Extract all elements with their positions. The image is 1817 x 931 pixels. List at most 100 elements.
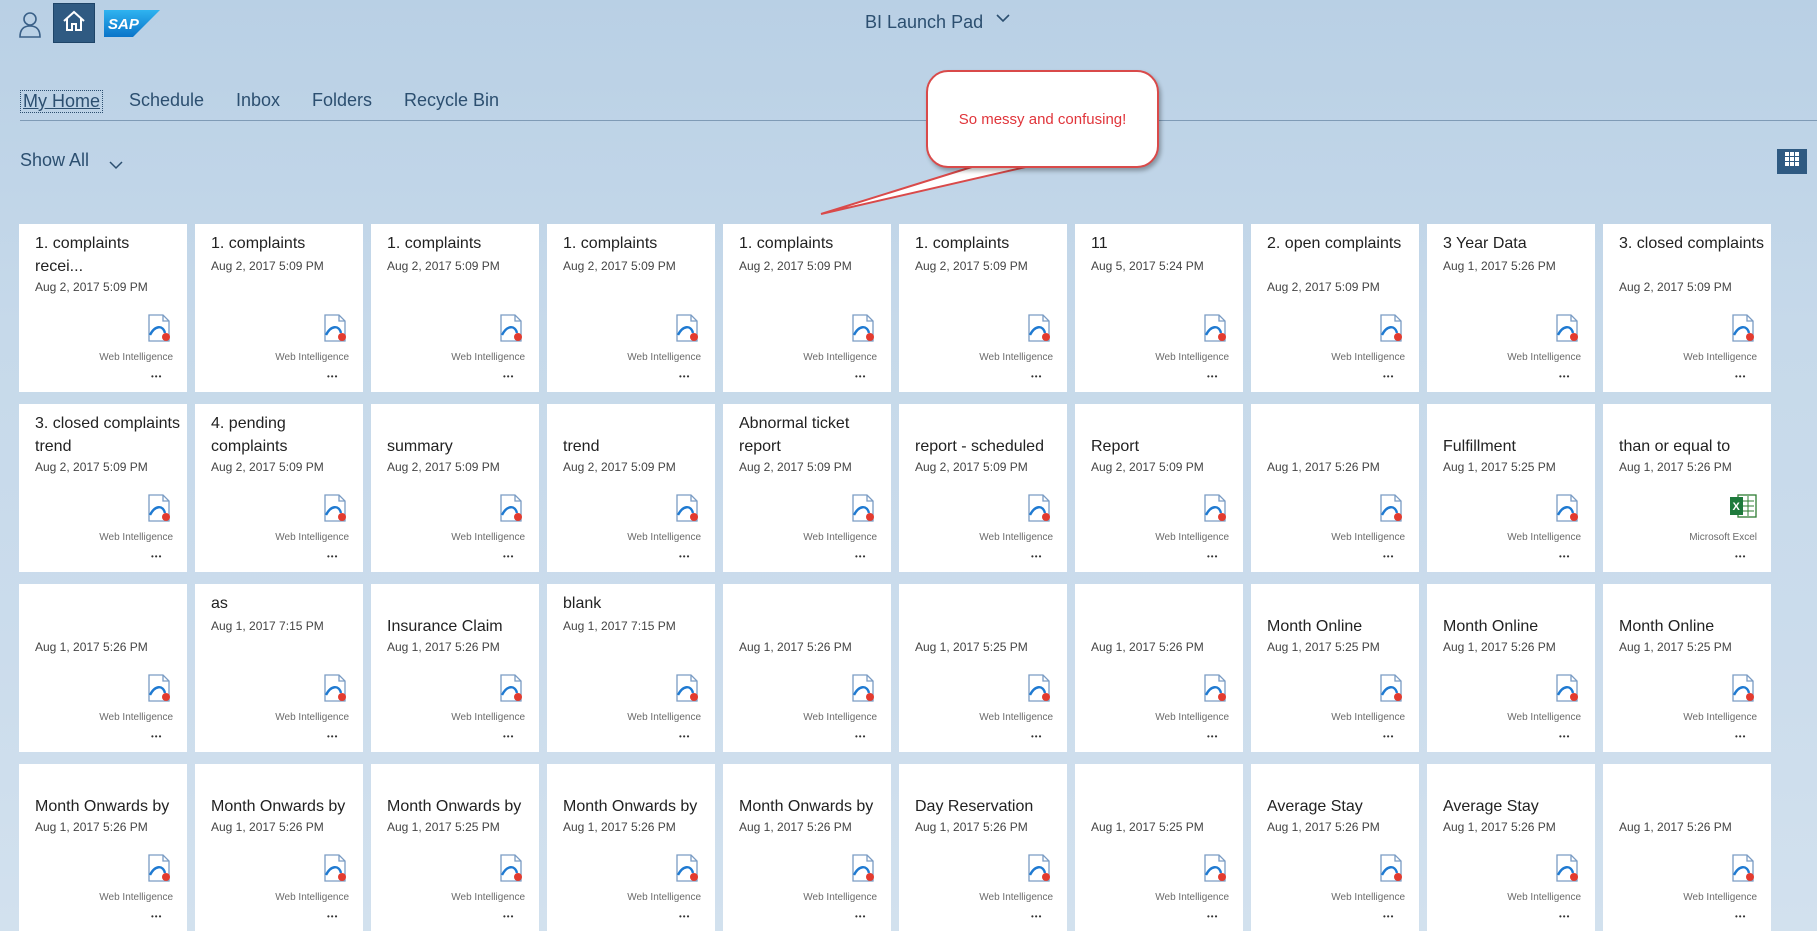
more-options-icon[interactable]: ••• <box>503 552 514 561</box>
more-options-icon[interactable]: ••• <box>151 552 162 561</box>
more-options-icon[interactable]: ••• <box>1559 552 1570 561</box>
document-tile[interactable]: Month Onwards by Aug 1, 2017 5:25 PM Web I… <box>371 764 539 931</box>
document-tile[interactable]: 3 Year Data Aug 1, 2017 5:26 PM Web Intell… <box>1427 224 1595 392</box>
document-tile[interactable]: 1. complaints Aug 2, 2017 5:09 PM Web Inte… <box>547 224 715 392</box>
tile-type-label: Web Intelligence <box>979 712 1053 723</box>
more-options-icon[interactable]: ••• <box>1031 912 1042 921</box>
more-options-icon[interactable]: ••• <box>1207 732 1218 741</box>
more-options-icon[interactable]: ••• <box>1735 912 1746 921</box>
document-tile[interactable]: Average Stay Aug 1, 2017 5:26 PM Web Intel… <box>1427 764 1595 931</box>
more-options-icon[interactable]: ••• <box>1559 732 1570 741</box>
more-options-icon[interactable]: ••• <box>1383 732 1394 741</box>
document-tile[interactable]: Average Stay Aug 1, 2017 5:26 PM Web Intel… <box>1251 764 1419 931</box>
tile-date: Aug 2, 2017 5:09 PM <box>211 460 324 474</box>
more-options-icon[interactable]: ••• <box>1383 912 1394 921</box>
document-tile[interactable]: Aug 1, 2017 5:26 PM Web Intelligence ••• <box>19 584 187 752</box>
more-options-icon[interactable]: ••• <box>1031 732 1042 741</box>
document-tile[interactable]: 1. complaints Aug 2, 2017 5:09 PM Web Inte… <box>723 224 891 392</box>
tab-inbox[interactable]: Inbox <box>236 90 280 111</box>
document-tile[interactable]: 1. complaints recei... Aug 2, 2017 5:09 P… <box>19 224 187 392</box>
more-options-icon[interactable]: ••• <box>503 912 514 921</box>
document-tile[interactable]: 3. closed complaints trend Aug 2, 2017 5:… <box>19 404 187 572</box>
document-tile[interactable]: Fulfillment Aug 1, 2017 5:25 PM Web Intell… <box>1427 404 1595 572</box>
document-tile[interactable]: 4. pending complaints Aug 2, 2017 5:09 PM… <box>195 404 363 572</box>
document-tile[interactable]: 1. complaints Aug 2, 2017 5:09 PM Web Inte… <box>195 224 363 392</box>
document-tile[interactable]: Aug 1, 2017 5:25 PM Web Intelligence ••• <box>1075 764 1243 931</box>
document-tile[interactable]: Month Onwards by Aug 1, 2017 5:26 PM Web I… <box>547 764 715 931</box>
document-tile[interactable]: blank Aug 1, 2017 7:15 PM Web Intelligence… <box>547 584 715 752</box>
more-options-icon[interactable]: ••• <box>1559 912 1570 921</box>
more-options-icon[interactable]: ••• <box>151 912 162 921</box>
web-intelligence-icon <box>145 853 173 883</box>
chevron-down-icon[interactable] <box>995 11 1011 23</box>
more-options-icon[interactable]: ••• <box>855 372 866 381</box>
more-options-icon[interactable]: ••• <box>503 372 514 381</box>
more-options-icon[interactable]: ••• <box>327 552 338 561</box>
more-options-icon[interactable]: ••• <box>1735 732 1746 741</box>
home-icon <box>62 10 86 37</box>
grid-view-button[interactable] <box>1777 149 1807 174</box>
more-options-icon[interactable]: ••• <box>1735 552 1746 561</box>
more-options-icon[interactable]: ••• <box>327 912 338 921</box>
document-tile[interactable]: Abnormal ticket report Aug 2, 2017 5:09 P… <box>723 404 891 572</box>
document-tile[interactable]: Month Online Aug 1, 2017 5:25 PM Web Intel… <box>1251 584 1419 752</box>
tab-recycle-bin[interactable]: Recycle Bin <box>404 90 499 111</box>
app-title[interactable]: BI Launch Pad <box>865 12 983 33</box>
document-tile[interactable]: Aug 1, 2017 5:26 PM Web Intelligence ••• <box>1603 764 1771 931</box>
document-tile[interactable]: Aug 1, 2017 5:26 PM Web Intelligence ••• <box>1251 404 1419 572</box>
document-tile[interactable]: report - scheduled Aug 2, 2017 5:09 PM Web… <box>899 404 1067 572</box>
more-options-icon[interactable]: ••• <box>1735 372 1746 381</box>
more-options-icon[interactable]: ••• <box>151 732 162 741</box>
document-tile[interactable]: Insurance Claim Aug 1, 2017 5:26 PM Web In… <box>371 584 539 752</box>
more-options-icon[interactable]: ••• <box>151 372 162 381</box>
document-tile[interactable]: 1. complaints Aug 2, 2017 5:09 PM Web Inte… <box>371 224 539 392</box>
document-tile[interactable]: 2. open complaints Aug 2, 2017 5:09 PM Web… <box>1251 224 1419 392</box>
more-options-icon[interactable]: ••• <box>327 732 338 741</box>
more-options-icon[interactable]: ••• <box>679 552 690 561</box>
document-tile[interactable]: Aug 1, 2017 5:25 PM Web Intelligence ••• <box>899 584 1067 752</box>
document-tile[interactable]: Month Online Aug 1, 2017 5:26 PM Web Intel… <box>1427 584 1595 752</box>
document-tile[interactable]: 11 Aug 5, 2017 5:24 PM Web Intelligence ••• <box>1075 224 1243 392</box>
document-tile[interactable]: Aug 1, 2017 5:26 PM Web Intelligence ••• <box>723 584 891 752</box>
tile-type-label: Web Intelligence <box>1331 712 1405 723</box>
more-options-icon[interactable]: ••• <box>679 732 690 741</box>
document-tile[interactable]: trend Aug 2, 2017 5:09 PM Web Intelligence… <box>547 404 715 572</box>
document-tile[interactable]: 3. closed complaints Aug 2, 2017 5:09 PM W… <box>1603 224 1771 392</box>
document-tile[interactable]: Month Onwards by Aug 1, 2017 5:26 PM Web I… <box>19 764 187 931</box>
more-options-icon[interactable]: ••• <box>1207 372 1218 381</box>
document-tile[interactable]: as Aug 1, 2017 7:15 PM Web Intelligence ••• <box>195 584 363 752</box>
more-options-icon[interactable]: ••• <box>679 372 690 381</box>
web-intelligence-icon <box>673 673 701 703</box>
user-icon[interactable] <box>18 10 42 38</box>
more-options-icon[interactable]: ••• <box>855 552 866 561</box>
more-options-icon[interactable]: ••• <box>1207 912 1218 921</box>
tile-title: summary <box>387 438 453 455</box>
more-options-icon[interactable]: ••• <box>503 732 514 741</box>
more-options-icon[interactable]: ••• <box>1031 552 1042 561</box>
more-options-icon[interactable]: ••• <box>1559 372 1570 381</box>
tab-schedule[interactable]: Schedule <box>129 90 204 111</box>
more-options-icon[interactable]: ••• <box>1207 552 1218 561</box>
more-options-icon[interactable]: ••• <box>855 912 866 921</box>
more-options-icon[interactable]: ••• <box>679 912 690 921</box>
show-all-filter[interactable]: Show All <box>20 150 89 171</box>
document-tile[interactable]: Aug 1, 2017 5:26 PM Web Intelligence ••• <box>1075 584 1243 752</box>
tab-folders[interactable]: Folders <box>312 90 372 111</box>
more-options-icon[interactable]: ••• <box>1031 372 1042 381</box>
home-button[interactable] <box>53 3 95 43</box>
tab-my-home[interactable]: My Home <box>20 90 104 113</box>
more-options-icon[interactable]: ••• <box>327 372 338 381</box>
document-tile[interactable]: 1. complaints Aug 2, 2017 5:09 PM Web Inte… <box>899 224 1067 392</box>
more-options-icon[interactable]: ••• <box>1383 372 1394 381</box>
document-tile[interactable]: than or equal to Aug 1, 2017 5:26 PM X Micr… <box>1603 404 1771 572</box>
document-tile[interactable]: Month Onwards by Aug 1, 2017 5:26 PM Web I… <box>723 764 891 931</box>
document-tile[interactable]: Day Reservation Aug 1, 2017 5:26 PM Web In… <box>899 764 1067 931</box>
chevron-down-icon[interactable] <box>109 157 123 170</box>
document-tile[interactable]: Report Aug 2, 2017 5:09 PM Web Intelligenc… <box>1075 404 1243 572</box>
more-options-icon[interactable]: ••• <box>1383 552 1394 561</box>
more-options-icon[interactable]: ••• <box>855 732 866 741</box>
tile-date: Aug 2, 2017 5:09 PM <box>1091 460 1204 474</box>
document-tile[interactable]: Month Onwards by Aug 1, 2017 5:26 PM Web I… <box>195 764 363 931</box>
document-tile[interactable]: summary Aug 2, 2017 5:09 PM Web Intelligen… <box>371 404 539 572</box>
document-tile[interactable]: Month Online Aug 1, 2017 5:25 PM Web Intel… <box>1603 584 1771 752</box>
